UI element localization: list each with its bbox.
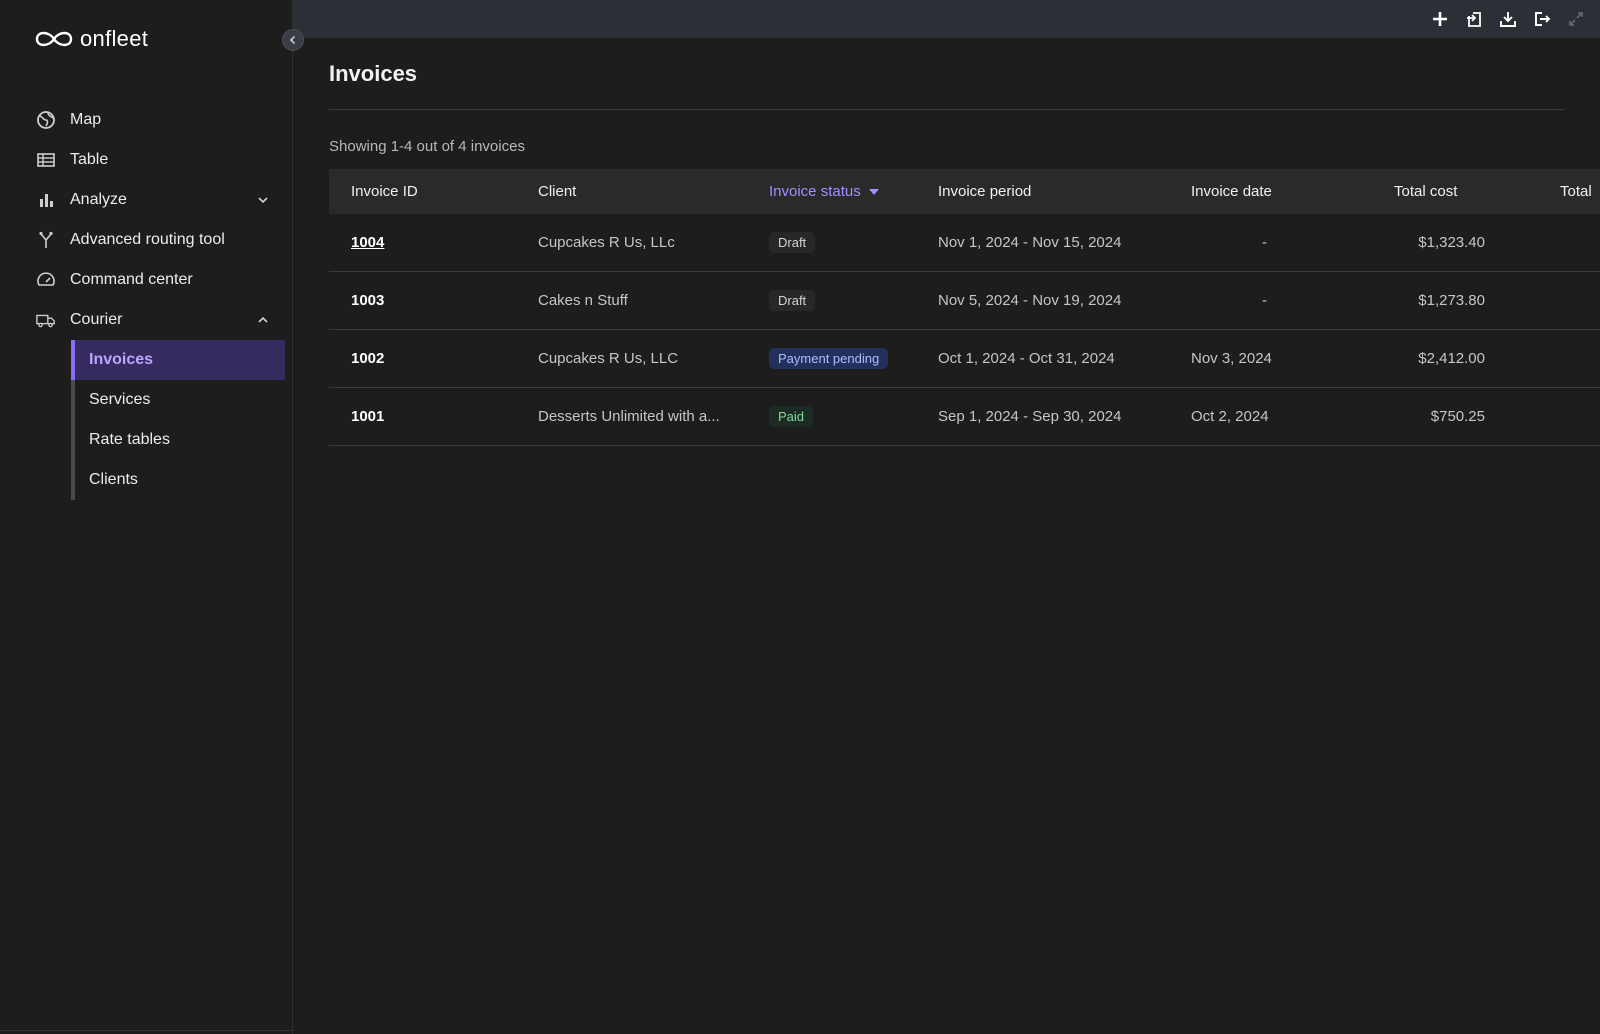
sidebar-nav: Map Table Analyze Advanced routing tool	[0, 100, 293, 500]
client-cell: Cakes n Stuff	[538, 292, 628, 309]
date-cell: Oct 2, 2024	[1191, 408, 1269, 425]
sidebar-item-command-center[interactable]: Command center	[0, 260, 293, 300]
sidebar-item-services[interactable]: Services	[75, 380, 285, 420]
invoice-id[interactable]: 1002	[351, 350, 384, 367]
invoice-id-link[interactable]: 1004	[351, 234, 384, 251]
total-cost-cell: $2,412.00	[1418, 350, 1485, 367]
client-cell: Cupcakes R Us, LLC	[538, 350, 679, 367]
top-actions	[1430, 9, 1586, 29]
title-divider	[329, 109, 1565, 110]
sidebar-item-rate-tables[interactable]: Rate tables	[75, 420, 285, 460]
date-cell: -	[1262, 292, 1267, 309]
logout-icon[interactable]	[1532, 9, 1552, 29]
column-header-total-cost[interactable]: Total cost	[1394, 183, 1457, 200]
date-cell: Nov 3, 2024	[1191, 350, 1272, 367]
period-cell: Nov 1, 2024 - Nov 15, 2024	[938, 234, 1122, 251]
sidebar-item-label: Courier	[70, 311, 123, 328]
speedometer-icon	[36, 270, 56, 290]
status-badge: Draft	[769, 290, 816, 311]
sidebar-item-map[interactable]: Map	[0, 100, 293, 140]
brand-logo[interactable]: onfleet	[34, 26, 148, 52]
expand-icon[interactable]	[1566, 9, 1586, 29]
status-badge: Payment pending	[769, 348, 889, 369]
sidebar-item-courier[interactable]: Courier	[0, 300, 293, 340]
client-cell: Cupcakes R Us, LLc	[538, 234, 675, 251]
status-badge: Draft	[769, 232, 816, 253]
period-cell: Nov 5, 2024 - Nov 19, 2024	[938, 292, 1122, 309]
table-icon	[36, 150, 56, 170]
invoice-id[interactable]: 1003	[351, 292, 384, 309]
sidebar-item-invoices[interactable]: Invoices	[71, 340, 285, 380]
total-cost-cell: $1,323.40	[1418, 234, 1485, 251]
sidebar-item-label: Analyze	[70, 191, 127, 208]
table-row[interactable]: 1004 Cupcakes R Us, LLc Draft Nov 1, 202…	[329, 214, 1600, 272]
sidebar: onfleet Map Table Analyze Advanced routi…	[0, 0, 293, 1034]
routing-icon	[36, 230, 56, 250]
table-row[interactable]: 1001 Desserts Unlimited with a... Paid S…	[329, 388, 1600, 446]
sidebar-divider	[0, 1030, 293, 1031]
chevron-down-icon[interactable]	[255, 192, 271, 208]
chevron-left-icon	[289, 35, 296, 45]
chevron-up-icon[interactable]	[255, 312, 271, 328]
invoices-table: Invoice ID Client Invoice status Invoice…	[329, 169, 1600, 446]
sort-caret-down-icon	[868, 188, 879, 195]
table-row[interactable]: 1003 Cakes n Stuff Draft Nov 5, 2024 - N…	[329, 272, 1600, 330]
courier-subnav: Invoices Services Rate tables Clients	[71, 340, 285, 500]
page-title: Invoices	[329, 61, 418, 86]
column-header-invoice-period[interactable]: Invoice period	[938, 183, 1031, 200]
column-header-client[interactable]: Client	[538, 183, 576, 200]
table-header: Invoice ID Client Invoice status Invoice…	[329, 169, 1600, 214]
plus-icon[interactable]	[1430, 9, 1450, 29]
brand-name: onfleet	[80, 26, 149, 51]
sidebar-item-label: Map	[70, 111, 102, 128]
invoice-id[interactable]: 1001	[351, 408, 384, 425]
sidebar-item-clients[interactable]: Clients	[75, 460, 285, 500]
client-cell: Desserts Unlimited with a...	[538, 408, 720, 425]
sidebar-item-table[interactable]: Table	[0, 140, 293, 180]
column-header-invoice-date[interactable]: Invoice date	[1191, 183, 1272, 200]
table-row[interactable]: 1002 Cupcakes R Us, LLC Payment pending …	[329, 330, 1600, 388]
date-cell: -	[1262, 234, 1267, 251]
download-icon[interactable]	[1498, 9, 1518, 29]
sidebar-item-label: Advanced routing tool	[70, 231, 225, 248]
infinity-logo-icon	[35, 31, 73, 47]
sidebar-item-label: Command center	[70, 271, 193, 288]
total-cost-cell: $1,273.80	[1418, 292, 1485, 309]
truck-icon	[36, 310, 56, 330]
total-cost-cell: $750.25	[1430, 408, 1485, 425]
bar-chart-icon	[36, 190, 56, 210]
results-count: Showing 1-4 out of 4 invoices	[329, 138, 525, 155]
top-bar	[293, 0, 1600, 38]
status-badge: Paid	[769, 406, 814, 427]
sidebar-item-label: Table	[70, 151, 109, 168]
sidebar-item-advanced-routing-tool[interactable]: Advanced routing tool	[0, 220, 293, 260]
globe-icon	[36, 110, 56, 130]
collapse-sidebar-button[interactable]	[282, 29, 304, 51]
column-header-total[interactable]: Total	[1560, 183, 1592, 200]
period-cell: Sep 1, 2024 - Sep 30, 2024	[938, 408, 1122, 425]
sidebar-item-analyze[interactable]: Analyze	[0, 180, 293, 220]
column-header-invoice-id[interactable]: Invoice ID	[351, 183, 418, 200]
column-header-label: Invoice status	[769, 183, 861, 200]
period-cell: Oct 1, 2024 - Oct 31, 2024	[938, 350, 1115, 367]
column-header-invoice-status[interactable]: Invoice status	[769, 183, 879, 200]
import-icon[interactable]	[1464, 9, 1484, 29]
